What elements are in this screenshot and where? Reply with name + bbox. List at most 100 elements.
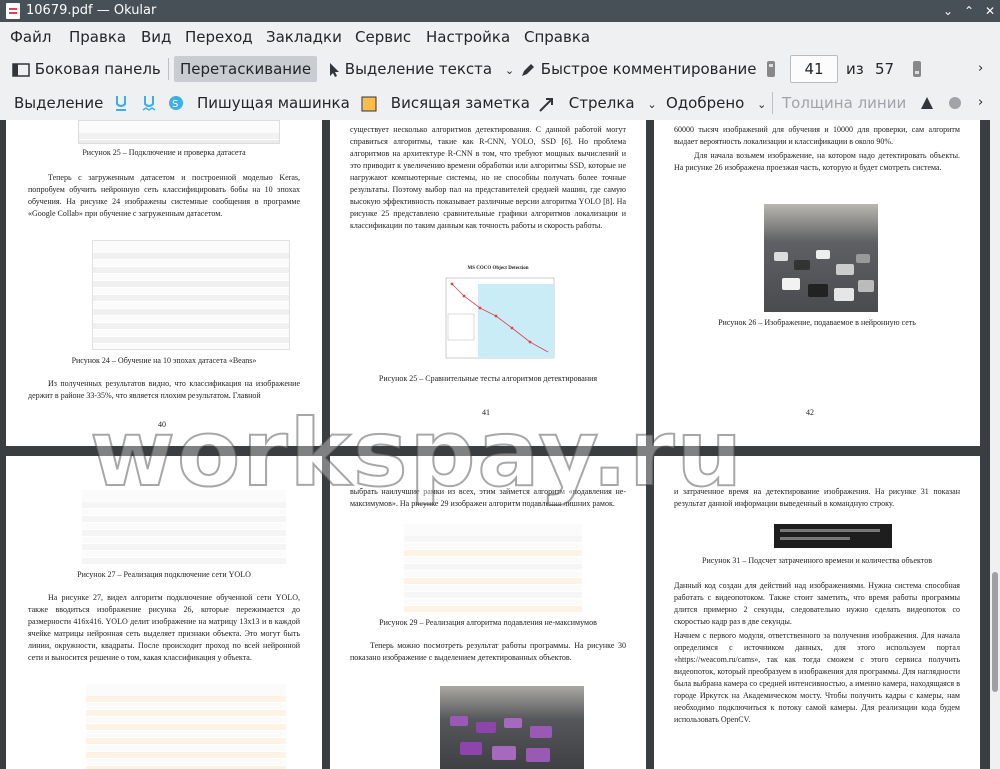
page-total: 57: [875, 60, 895, 78]
paragraph: Из полученных результатов видно, что кла…: [28, 379, 300, 400]
arrow-icon: [539, 97, 553, 112]
paragraph: Для начала возьмем изображение, на котор…: [674, 151, 960, 172]
quick-comment-button[interactable]: Быстрое комментирование: [520, 56, 757, 82]
caption-figure-24: Рисунок 24 – Обучение на 10 эпохах датас…: [71, 356, 257, 365]
caption-figure-25: Рисунок 25 – Сравнительные тесты алгорит…: [378, 374, 598, 383]
paragraph: существует несколько алгоритмов детектир…: [350, 125, 626, 230]
caption-figure-31: Рисунок 31 – Подсчет затраченного времен…: [702, 556, 932, 565]
chevron-down-icon[interactable]: ⌄: [505, 64, 514, 77]
traffic-photo: [764, 204, 878, 312]
detection-result-photo: [440, 686, 584, 769]
close-icon[interactable]: ✕: [982, 3, 998, 19]
separator: [168, 58, 169, 80]
opacity-icon[interactable]: [946, 94, 964, 112]
chevron-down-icon[interactable]: ⌄: [757, 98, 766, 111]
note-button[interactable]: Висящая заметка: [360, 90, 530, 116]
chevron-down-icon[interactable]: ⌄: [647, 98, 656, 111]
highlight-button[interactable]: Выделение: [14, 90, 103, 116]
paragraph: 60000 тысяч изображений для обучения и 1…: [674, 125, 960, 146]
code-screenshot: [404, 524, 582, 614]
arrow-label: Стрелка: [568, 94, 635, 112]
paragraph: Начнем с первого модуля, ответственного …: [674, 631, 960, 724]
page-of-label: из: [846, 60, 864, 78]
text-select-label: Выделение текста: [344, 60, 493, 78]
next-page-icon[interactable]: [912, 60, 922, 78]
menu-edit[interactable]: Правка: [69, 28, 126, 46]
toolbar-overflow-icon[interactable]: ›: [978, 90, 983, 116]
chart-plot: [445, 277, 555, 359]
page-43: Рисунок 27 – Реализация подключение сети…: [6, 456, 322, 769]
minimize-icon[interactable]: ⌄: [940, 3, 956, 19]
typewriter-button[interactable]: Пишущая машинка: [197, 90, 350, 116]
toolbar-overflow-icon[interactable]: ›: [978, 56, 983, 82]
page-number: 41: [482, 408, 490, 417]
color-icon[interactable]: [918, 94, 936, 112]
scrollbar-thumb[interactable]: [992, 572, 998, 692]
squiggle-icon[interactable]: [142, 94, 156, 112]
typewriter-label: Пишущая машинка: [197, 94, 350, 112]
text-select-button[interactable]: Выделение текста ⌄: [328, 56, 514, 82]
menu-settings[interactable]: Настройка: [426, 28, 510, 46]
stamp-button[interactable]: Одобрено ⌄: [666, 90, 766, 116]
note-label: Висящая заметка: [390, 94, 530, 112]
code-screenshot: [78, 120, 280, 144]
paragraph: На рисунке 27, видел алгоритм подключени…: [28, 593, 300, 662]
maximize-icon[interactable]: ⌃: [961, 3, 977, 19]
highlight-label: Выделение: [14, 94, 104, 112]
line-width-button[interactable]: Толщина линии: [782, 90, 906, 116]
note-icon: [361, 96, 377, 111]
console-screenshot: [774, 524, 892, 548]
code-screenshot: [82, 490, 286, 564]
arrow-button[interactable]: Стрелка ⌄: [538, 90, 657, 116]
stamp-label: Одобрено: [666, 94, 745, 112]
menu-bookmarks[interactable]: Закладки: [266, 28, 342, 46]
paragraph: Теперь с загруженным датасетом и построе…: [28, 173, 300, 218]
menu-view[interactable]: Вид: [141, 28, 171, 46]
strikeout-icon[interactable]: S: [167, 94, 185, 112]
page-40: Рисунок 25 – Подключение и проверка дата…: [6, 120, 322, 446]
comparison-chart: MS COCO Object Detection: [438, 266, 558, 364]
window-title: 10679.pdf — Okular: [26, 3, 157, 18]
okular-app-icon: [6, 3, 20, 19]
vertical-scrollbar[interactable]: [990, 120, 1000, 769]
menu-bar: Файл Правка Вид Переход Закладки Сервис …: [0, 22, 1000, 52]
sidebar-button[interactable]: Боковая панель: [12, 56, 161, 82]
sidebar-icon: [12, 62, 30, 77]
title-bar: 10679.pdf — Okular ⌄ ⌃ ✕: [0, 0, 1000, 22]
caption-figure-29: Рисунок 29 – Реализация алгоритма подавл…: [379, 618, 597, 627]
drag-mode-button[interactable]: Перетаскивание: [174, 56, 318, 82]
drag-label: Перетаскивание: [180, 60, 312, 78]
line-width-label: Толщина линии: [782, 94, 907, 112]
menu-help[interactable]: Справка: [524, 28, 590, 46]
code-screenshot: [86, 684, 286, 769]
chart-title: MS COCO Object Detection: [467, 266, 529, 271]
menu-tools[interactable]: Сервис: [355, 28, 411, 46]
page-number: 42: [806, 408, 814, 417]
paragraph: и затраченное время на детектирование из…: [674, 487, 960, 508]
caption-figure-27: Рисунок 27 – Реализация подключение сети…: [77, 570, 251, 579]
separator: [772, 92, 773, 114]
page-number-input[interactable]: 41: [790, 55, 838, 83]
quick-comment-label: Быстрое комментирование: [540, 60, 757, 78]
paragraph: Данный код создан для действий над изобр…: [674, 581, 960, 626]
paragraph: Теперь можно посмотреть результат работы…: [350, 641, 626, 662]
page-45: и затраченное время на детектирование из…: [654, 456, 980, 769]
menu-file[interactable]: Файл: [10, 28, 51, 46]
page-41: существует несколько алгоритмов детектир…: [330, 120, 646, 446]
caption-figure-25: Рисунок 25 – Подключение и проверка дата…: [82, 148, 246, 157]
page-44: выбрать наилучшие рамки из всех, этим за…: [330, 456, 646, 769]
training-log-screenshot: [92, 240, 290, 350]
caption-figure-26: Рисунок 26 – Изображение, подаваемое в н…: [718, 318, 916, 327]
previous-page-icon[interactable]: [766, 60, 776, 78]
page-42: 60000 тысяч изображений для обучения и 1…: [654, 120, 980, 446]
annotation-toolbar: Выделение S Пишущая машинка Висящая заме…: [0, 86, 1000, 120]
svg-text:S: S: [172, 99, 178, 110]
menu-go[interactable]: Переход: [185, 28, 253, 46]
underline-icon[interactable]: [114, 94, 128, 112]
page-number: 40: [158, 420, 166, 429]
cursor-icon: [330, 62, 339, 77]
main-toolbar: Боковая панель Перетаскивание Выделение …: [0, 52, 1000, 86]
paragraph: выбрать наилучшие рамки из всех, этим за…: [350, 487, 626, 508]
sidebar-label: Боковая панель: [34, 60, 161, 78]
document-view[interactable]: Рисунок 25 – Подключение и проверка дата…: [0, 120, 990, 769]
